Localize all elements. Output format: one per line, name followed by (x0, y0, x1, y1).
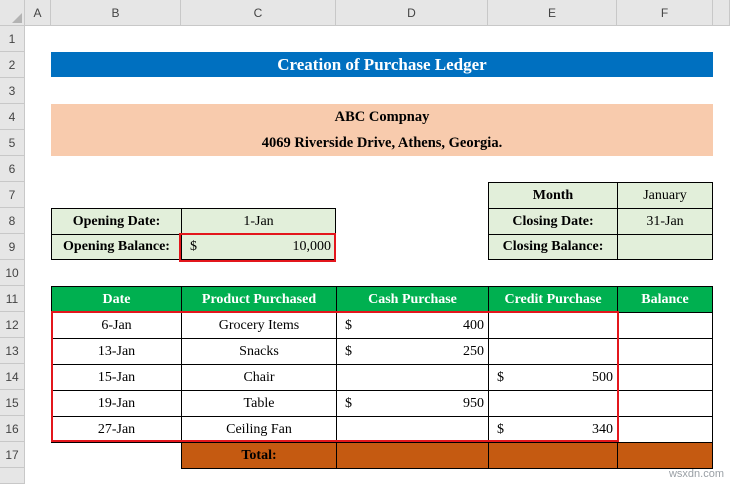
currency-symbol: $ (497, 421, 504, 437)
row-cash[interactable] (336, 364, 489, 391)
row-header[interactable]: 7 (0, 182, 25, 208)
row-product[interactable]: Snacks (181, 338, 337, 365)
row-balance[interactable] (617, 312, 713, 339)
month-label[interactable]: Month (488, 182, 618, 209)
row-credit[interactable]: $500 (488, 364, 618, 391)
total-label[interactable]: Total: (181, 442, 337, 469)
header-credit-purchase[interactable]: Credit Purchase (488, 286, 618, 313)
amount: 340 (592, 421, 613, 437)
header-cash-purchase[interactable]: Cash Purchase (336, 286, 489, 313)
row-header[interactable]: 1 (0, 26, 25, 52)
total-credit[interactable] (488, 442, 618, 469)
row-cash[interactable]: $400 (336, 312, 489, 339)
month-value[interactable]: January (617, 182, 713, 209)
row-header[interactable]: 15 (0, 390, 25, 416)
column-header-e[interactable]: E (488, 0, 617, 26)
row-product[interactable]: Table (181, 390, 337, 417)
row-balance[interactable] (617, 338, 713, 365)
closing-balance-label[interactable]: Closing Balance: (488, 234, 618, 260)
row-header[interactable]: 13 (0, 338, 25, 364)
opening-balance-label[interactable]: Opening Balance: (51, 234, 182, 260)
amount: 950 (463, 395, 484, 411)
row-header[interactable]: 3 (0, 78, 25, 104)
row-date[interactable]: 19-Jan (51, 390, 182, 417)
closing-balance-value[interactable] (617, 234, 713, 260)
row-header[interactable]: 8 (0, 208, 25, 234)
row-credit[interactable] (488, 312, 618, 339)
row-header-partial[interactable] (0, 468, 25, 484)
row-header[interactable]: 11 (0, 286, 25, 312)
row-cash[interactable] (336, 416, 489, 443)
select-all-triangle-icon (12, 13, 22, 23)
column-header-d[interactable]: D (336, 0, 488, 26)
row-product[interactable]: Ceiling Fan (181, 416, 337, 443)
row-date[interactable]: 15-Jan (51, 364, 182, 391)
row-header[interactable]: 12 (0, 312, 25, 338)
header-date[interactable]: Date (51, 286, 182, 313)
row-header[interactable]: 10 (0, 260, 25, 286)
currency-symbol: $ (345, 343, 352, 359)
total-cash[interactable] (336, 442, 489, 469)
opening-balance-value[interactable]: $ 10,000 (181, 234, 336, 260)
row-header[interactable]: 4 (0, 104, 25, 130)
opening-date-label[interactable]: Opening Date: (51, 208, 182, 235)
header-product[interactable]: Product Purchased (181, 286, 337, 313)
row-product[interactable]: Grocery Items (181, 312, 337, 339)
opening-date-value[interactable]: 1-Jan (181, 208, 336, 235)
amount: 250 (463, 343, 484, 359)
row-cash[interactable]: $950 (336, 390, 489, 417)
row-date[interactable]: 13-Jan (51, 338, 182, 365)
row-credit[interactable]: $340 (488, 416, 618, 443)
currency-symbol: $ (497, 369, 504, 385)
amount: 500 (592, 369, 613, 385)
company-name[interactable]: ABC Compnay (51, 104, 713, 130)
page-title[interactable]: Creation of Purchase Ledger (51, 52, 713, 77)
row-credit[interactable] (488, 390, 618, 417)
closing-date-label[interactable]: Closing Date: (488, 208, 618, 235)
row-header[interactable]: 6 (0, 156, 25, 182)
amount: 400 (463, 317, 484, 333)
select-all-corner[interactable] (0, 0, 25, 26)
row-balance[interactable] (617, 364, 713, 391)
row-date[interactable]: 27-Jan (51, 416, 182, 443)
row-header[interactable]: 14 (0, 364, 25, 390)
row-product[interactable]: Chair (181, 364, 337, 391)
closing-date-value[interactable]: 31-Jan (617, 208, 713, 235)
row-header[interactable]: 9 (0, 234, 25, 260)
column-header-b[interactable]: B (51, 0, 181, 26)
column-header-next[interactable] (713, 0, 730, 26)
row-date[interactable]: 6-Jan (51, 312, 182, 339)
spreadsheet: A B C D E F 1 2 3 4 5 6 7 8 9 10 11 12 1… (0, 0, 730, 484)
watermark: wsxdn.com (668, 468, 724, 480)
row-header[interactable]: 16 (0, 416, 25, 442)
column-header-f[interactable]: F (617, 0, 713, 26)
column-header-a[interactable]: A (25, 0, 51, 26)
header-balance[interactable]: Balance (617, 286, 713, 313)
company-address[interactable]: 4069 Riverside Drive, Athens, Georgia. (51, 130, 713, 156)
currency-symbol: $ (345, 317, 352, 333)
row-header[interactable]: 5 (0, 130, 25, 156)
row-header[interactable]: 2 (0, 52, 25, 78)
row-credit[interactable] (488, 338, 618, 365)
amount: 10,000 (292, 239, 332, 254)
total-balance[interactable] (617, 442, 713, 469)
currency-symbol: $ (190, 239, 197, 254)
row-balance[interactable] (617, 416, 713, 443)
row-header[interactable]: 17 (0, 442, 25, 468)
row-cash[interactable]: $250 (336, 338, 489, 365)
currency-symbol: $ (345, 395, 352, 411)
row-balance[interactable] (617, 390, 713, 417)
column-header-c[interactable]: C (181, 0, 336, 26)
